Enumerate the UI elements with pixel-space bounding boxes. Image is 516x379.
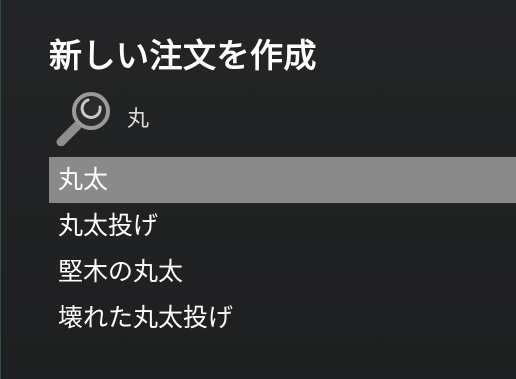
search-icon [55, 90, 117, 147]
create-order-dialog: 新しい注文を作成 丸太 丸太投げ 堅木の丸太 壊れた丸太投げ [0, 0, 516, 379]
result-item-log-throw[interactable]: 丸太投げ [49, 203, 516, 249]
result-item-broken-log-throw[interactable]: 壊れた丸太投げ [49, 295, 516, 341]
result-item-hardwood-log[interactable]: 堅木の丸太 [49, 249, 516, 295]
search-input[interactable] [127, 102, 427, 132]
dialog-title: 新しい注文を作成 [49, 36, 317, 75]
result-item-log[interactable]: 丸太 [49, 157, 516, 203]
search-results-list: 丸太 丸太投げ 堅木の丸太 壊れた丸太投げ [49, 157, 516, 341]
search-bar[interactable] [55, 90, 495, 147]
